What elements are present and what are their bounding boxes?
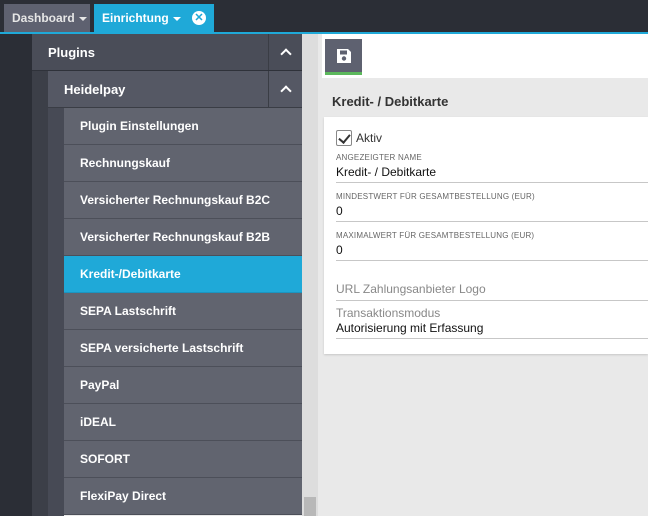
transaction-mode-underline — [336, 338, 648, 339]
aktiv-checkbox[interactable] — [336, 130, 352, 146]
max-value-label: Maximalwert für Gesamtbestellung (EUR) — [336, 231, 535, 240]
nav-item-label: SEPA versicherte Lastschrift — [80, 341, 244, 355]
nav-item-label: iDEAL — [80, 415, 116, 429]
min-value-label: Mindestwert für Gesamtbestellung (EUR) — [336, 192, 535, 201]
nav-item-ideal[interactable]: iDEAL — [64, 404, 302, 441]
nav-item-plugins-label: Plugins — [48, 44, 95, 60]
chevron-down-icon — [78, 17, 87, 21]
chevron-down-icon — [172, 17, 181, 21]
collapse-plugins-button[interactable] — [268, 34, 302, 70]
page-title: Kredit- / Debitkarte — [332, 94, 449, 109]
tab-dashboard-label: Dashboard — [12, 11, 75, 25]
nav-item-plugin-einstellungen[interactable]: Plugin Einstellungen — [64, 108, 302, 145]
nav-item-label: Kredit-/Debitkarte — [80, 267, 181, 281]
nav-item-heidelpay-label: Heidelpay — [64, 81, 126, 97]
nav-item-heidelpay[interactable]: Heidelpay — [48, 71, 302, 108]
nav-rail — [0, 34, 32, 516]
save-button[interactable] — [325, 39, 362, 75]
nav-item-sofort[interactable]: SOFORT — [64, 441, 302, 478]
min-value-field[interactable]: 0 — [336, 204, 343, 218]
nav-item-label: SOFORT — [80, 452, 130, 466]
chevron-up-icon — [279, 48, 292, 60]
nav-scrollbar[interactable] — [302, 34, 318, 516]
min-value-underline — [336, 221, 648, 222]
collapse-heidelpay-button[interactable] — [268, 71, 302, 107]
nav-item-label: Rechnungskauf — [80, 156, 171, 170]
nav-item-sepa-versicherte-lastschrift[interactable]: SEPA versicherte Lastschrift — [64, 330, 302, 367]
nav-item-versicherter-rechnungskauf-b2b[interactable]: Versicherter Rechnungskauf B2B — [64, 219, 302, 256]
nav-item-label: SEPA Lastschrift — [80, 304, 177, 318]
nav-item-rechnungskauf[interactable]: Rechnungskauf — [64, 145, 302, 182]
close-icon[interactable]: ✕ — [192, 11, 206, 25]
transaction-mode-label: Transaktionsmodus — [336, 306, 441, 320]
max-value-underline — [336, 260, 648, 261]
nav-item-label: Versicherter Rechnungskauf B2B — [80, 230, 271, 244]
display-name-field[interactable]: Kredit- / Debitkarte — [336, 165, 436, 179]
nav-item-sepa-lastschrift[interactable]: SEPA Lastschrift — [64, 293, 302, 330]
display-name-underline — [336, 182, 648, 183]
nav-item-label: FlexiPay Direct — [80, 489, 167, 503]
display-name-label: Angezeigter Name — [336, 153, 422, 162]
nav-item-label: Versicherter Rechnungskauf B2C — [80, 193, 271, 207]
max-value-field[interactable]: 0 — [336, 243, 343, 257]
nav-item-plugins[interactable]: Plugins — [32, 34, 302, 71]
nav-item-versicherter-rechnungskauf-b2c[interactable]: Versicherter Rechnungskauf B2C — [64, 182, 302, 219]
nav-item-label: PayPal — [80, 378, 120, 392]
chevron-up-icon — [279, 85, 292, 97]
nav-item-kredit-debitkarte[interactable]: Kredit-/Debitkarte — [64, 256, 302, 293]
toolbar — [322, 34, 648, 78]
transaction-mode-select[interactable]: Autorisierung mit Erfassung — [336, 321, 483, 335]
tab-einrichtung-label: Einrichtung — [102, 11, 169, 25]
save-icon — [336, 48, 351, 63]
nav-item-flexipay-direct[interactable]: FlexiPay Direct — [64, 478, 302, 515]
nav-indent-level-2 — [32, 71, 48, 516]
aktiv-label: Aktiv — [356, 131, 383, 145]
nav-indent-level-3 — [48, 108, 64, 516]
nav-item-paypal[interactable]: PayPal — [64, 367, 302, 404]
tab-dashboard[interactable]: Dashboard — [4, 4, 90, 32]
logo-url-underline — [336, 300, 648, 301]
logo-url-field[interactable]: URL Zahlungsanbieter Logo — [336, 282, 486, 296]
nav-scrollbar-thumb[interactable] — [304, 497, 316, 516]
tab-einrichtung[interactable]: Einrichtung ✕ — [94, 4, 214, 32]
nav-item-label: Plugin Einstellungen — [80, 119, 199, 133]
